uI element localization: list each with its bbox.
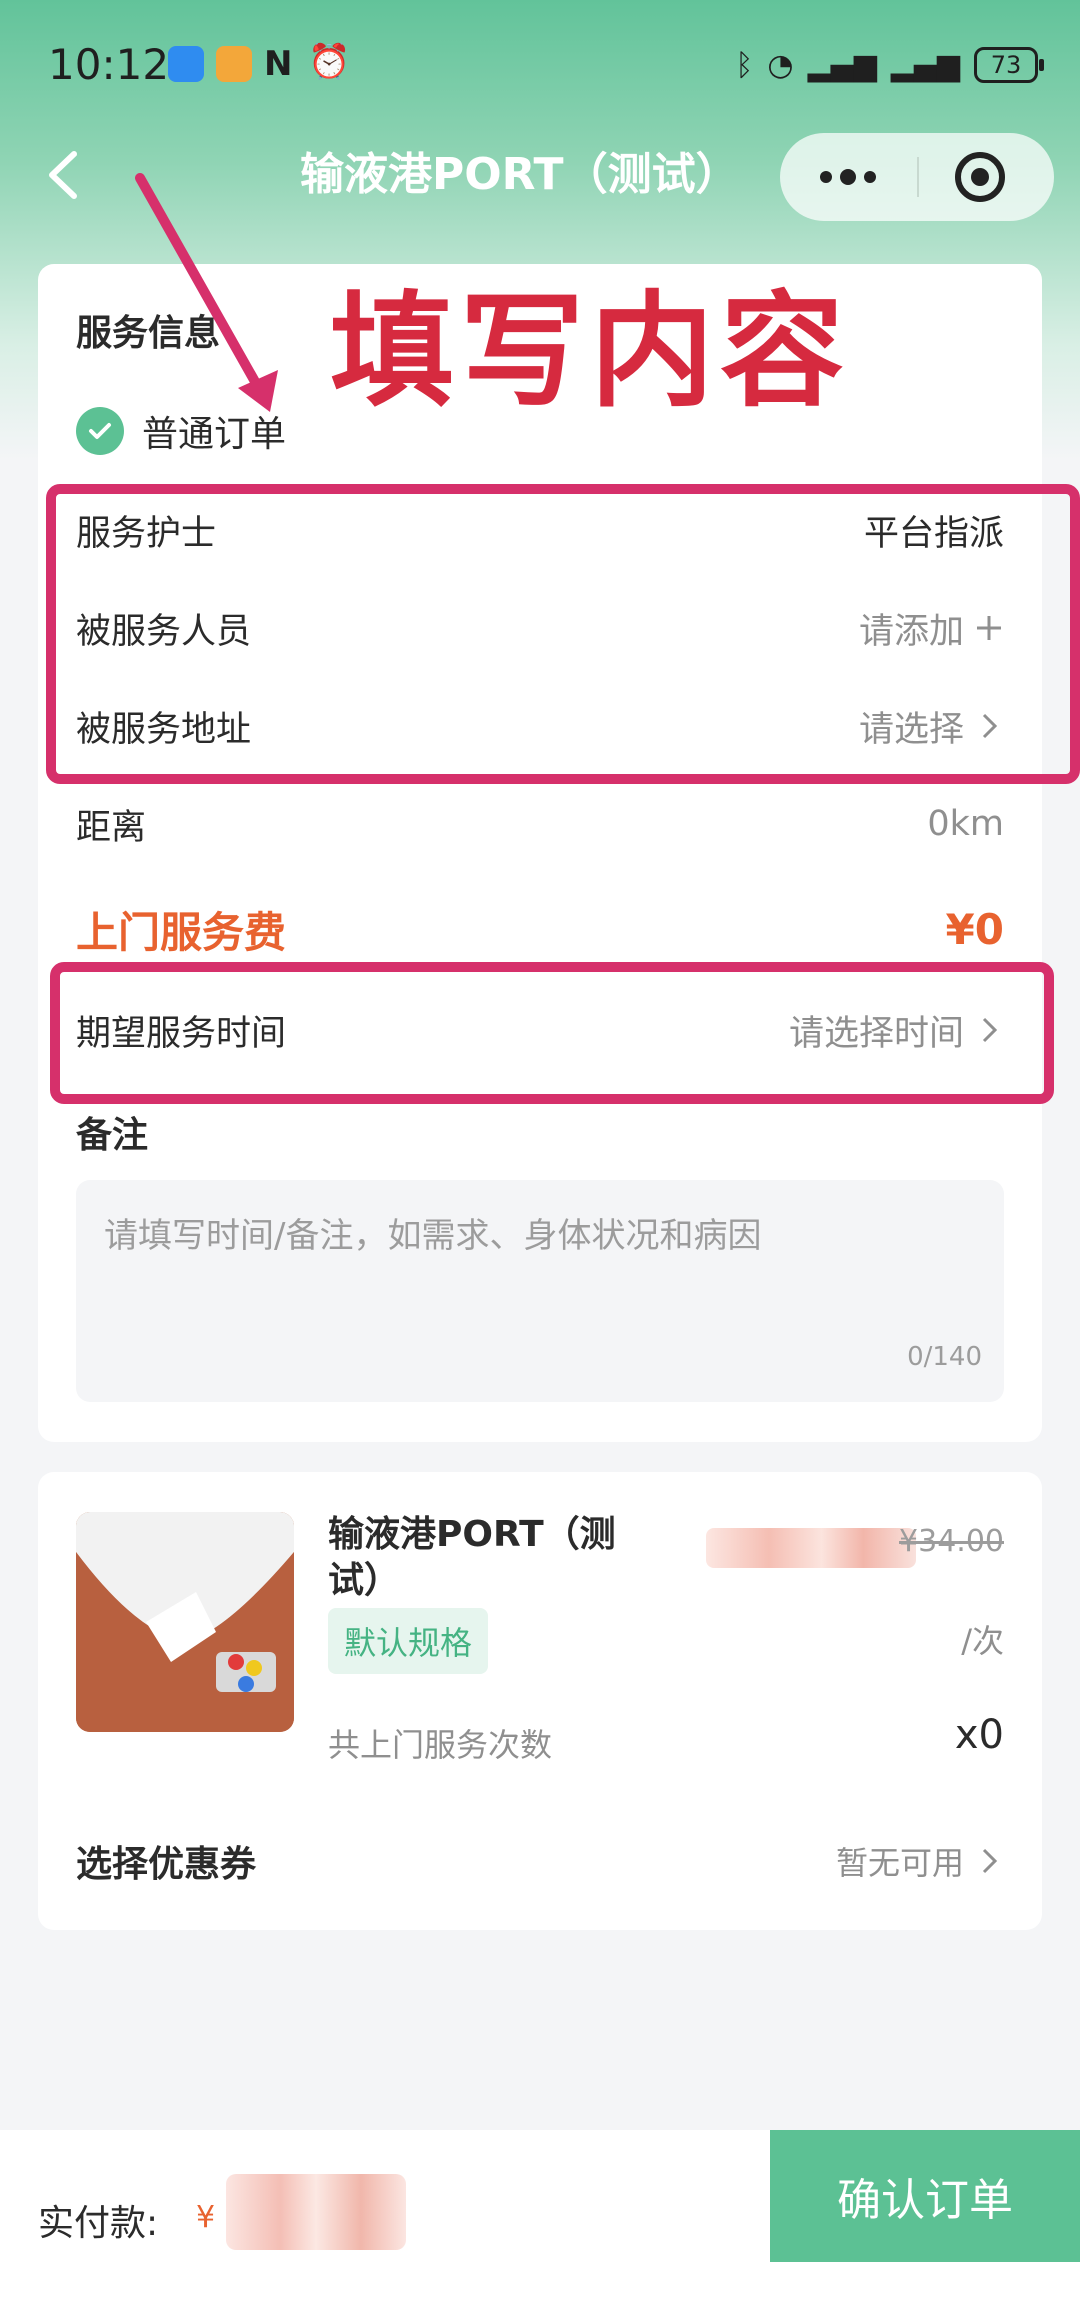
remark-textarea[interactable]: 请填写时间/备注，如需求、身体状况和病因 0/140 [76, 1180, 1004, 1402]
wifi-icon: ◔ [767, 47, 794, 83]
price-unit: /次 [961, 1622, 1004, 1660]
distance-label: 距离 [76, 807, 147, 848]
confirm-order-button[interactable]: 确认订单 [770, 2130, 1080, 2262]
product-image [76, 1512, 294, 1732]
chevron-right-icon [982, 1848, 998, 1874]
target-close-icon [955, 152, 1005, 202]
service-info-card: 服务信息 普通订单 服务护士 平台指派 被服务人员 请添加 被服务地址 请选择 … [38, 264, 1042, 1442]
battery-indicator: 73 [974, 47, 1044, 83]
order-type-label: 普通订单 [142, 414, 287, 455]
check-circle-icon [76, 407, 124, 455]
status-time: 10:12 [48, 40, 170, 89]
service-fee-row: 上门服务费 ¥0 [76, 894, 1004, 964]
remark-placeholder: 请填写时间/备注，如需求、身体状况和病因 [104, 1216, 762, 1256]
coupon-row[interactable]: 选择优惠券 暂无可用 [76, 1826, 1004, 1896]
blurred-pay-amount [226, 2174, 406, 2250]
product-card: 输液港PORT（测试） ¥34.00 默认规格 /次 共上门服务次数 x0 选择… [38, 1472, 1042, 1930]
app-notification-icon [216, 46, 252, 82]
service-times-label: 共上门服务次数 [328, 1726, 553, 1764]
product-name: 输液港PORT（测试） [328, 1514, 616, 1601]
back-button[interactable] [40, 140, 90, 210]
fee-value: ¥0 [945, 904, 1004, 954]
annotation-highlight-box-time [50, 962, 1054, 1104]
spec-tag: 默认规格 [328, 1608, 489, 1674]
pay-label: 实付款: [38, 2203, 159, 2244]
close-miniprogram-button[interactable] [920, 133, 1054, 221]
remark-char-count: 0/140 [907, 1342, 982, 1372]
miniprogram-capsule [780, 133, 1054, 221]
annotation-label: 填写内容 [330, 280, 851, 424]
order-type-option[interactable]: 普通订单 [76, 404, 286, 458]
distance-row: 距离 0km [76, 792, 1004, 856]
blurred-price [706, 1528, 916, 1568]
signal-icon-2: ▂▄▆ [890, 47, 960, 83]
annotation-highlight-box [46, 484, 1080, 784]
pay-currency: ¥ [196, 2200, 216, 2235]
remark-label: 备注 [76, 1115, 149, 1156]
more-button[interactable] [780, 133, 916, 221]
fee-label: 上门服务费 [76, 907, 287, 957]
service-times-value: x0 [954, 1712, 1004, 1758]
capsule-divider [917, 157, 919, 197]
nfc-icon: N [264, 44, 293, 84]
signal-icon: ▂▄▆ [807, 47, 877, 83]
alarm-icon: ⏰ [308, 42, 351, 82]
chevron-left-icon [49, 151, 77, 199]
message-app-icon [168, 46, 204, 82]
coupon-value: 暂无可用 [835, 1844, 964, 1882]
section-title: 服务信息 [76, 313, 221, 354]
coupon-label: 选择优惠券 [76, 1844, 257, 1885]
original-price: ¥34.00 [899, 1524, 1004, 1559]
bluetooth-icon: ᛒ [735, 47, 754, 83]
page-title: 输液港PORT（测试） [300, 149, 740, 200]
distance-value: 0km [927, 804, 1004, 844]
status-bar: 10:12 N ⏰ ᛒ ◔ ▂▄▆ ▂▄▆ 73 [48, 40, 1044, 90]
more-dots-icon [820, 169, 876, 185]
